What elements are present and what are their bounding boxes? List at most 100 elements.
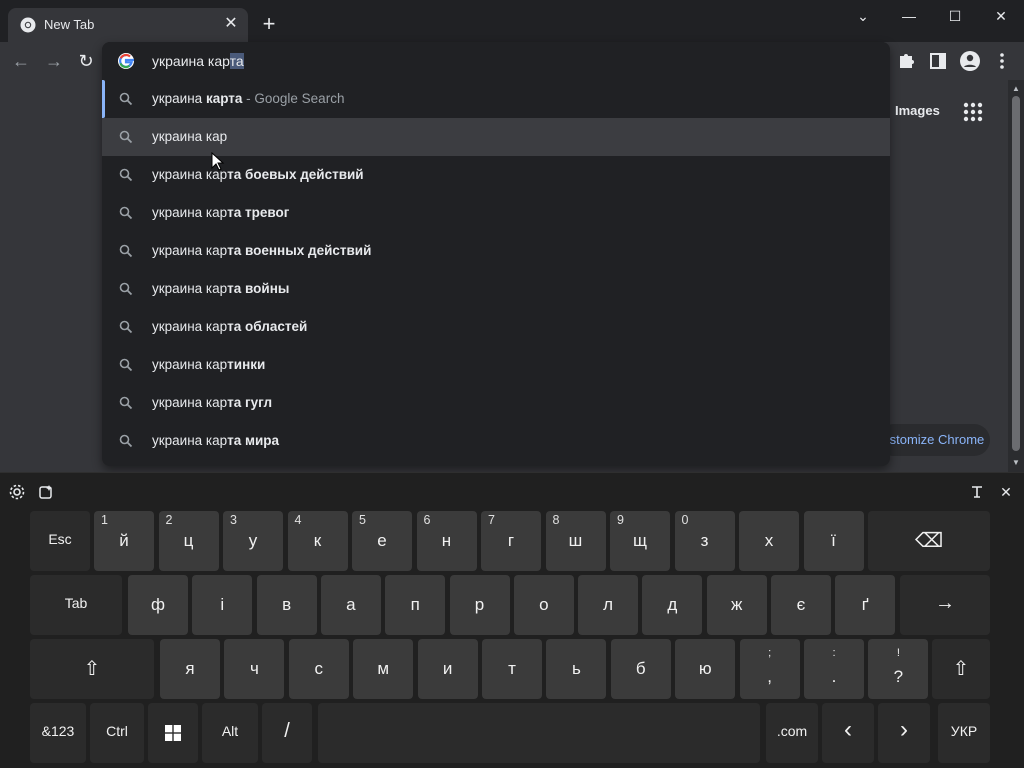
key-ctrl[interactable]: Ctrl (90, 703, 144, 763)
key-р[interactable]: р (449, 575, 510, 635)
key-com[interactable]: .com (766, 703, 818, 763)
key-д[interactable]: д (642, 575, 703, 635)
page-scrollbar[interactable]: ▲ ▼ (1008, 80, 1024, 472)
key-shift-label: ! (896, 647, 900, 659)
suggestion-text: украина карта военных действий (152, 243, 371, 258)
menu-kebab-icon[interactable] (990, 50, 1014, 72)
suggestion-item[interactable]: украина карта гугл (102, 384, 890, 422)
forward-button[interactable]: → (43, 50, 65, 72)
images-link[interactable]: Images (895, 103, 940, 118)
key-[interactable]: ‹ (822, 703, 874, 763)
key-я[interactable]: я (160, 639, 220, 699)
tab-search-button[interactable]: ⌄ (840, 4, 886, 28)
tab-close-button[interactable]: ✕ (222, 15, 240, 33)
key-т[interactable]: т (482, 639, 542, 699)
suggestion-item[interactable]: украина карта войны (102, 270, 890, 308)
key-і[interactable]: і (192, 575, 253, 635)
suggestion-item[interactable]: украина карта тревог (102, 194, 890, 232)
key-є[interactable]: є (771, 575, 831, 635)
key-г[interactable]: г7 (481, 511, 541, 571)
key-л[interactable]: л (578, 575, 639, 635)
key-label: ⌫ (914, 530, 944, 552)
suggestion-prefix: украина кар (152, 395, 228, 410)
key-label: ⇧ (952, 658, 970, 680)
space-key[interactable] (318, 703, 760, 763)
key-х[interactable]: х (739, 511, 799, 571)
key-number-hint: 9 (617, 513, 624, 527)
suggestion-text: украина карта войны (152, 281, 289, 296)
shift-right-key[interactable]: ⇧ (932, 639, 990, 699)
suggestion-item[interactable]: украина кар (102, 118, 890, 156)
key-punctuation[interactable]: :. (804, 639, 864, 699)
key-ю[interactable]: ю (675, 639, 736, 699)
key-ф[interactable]: ф (128, 575, 188, 635)
shift-left-key[interactable]: ⇧ (30, 639, 154, 699)
key-з[interactable]: з0 (674, 511, 735, 571)
key-ц[interactable]: ц2 (158, 511, 219, 571)
key-[interactable]: › (878, 703, 930, 763)
side-panel-icon[interactable] (926, 50, 950, 72)
key-в[interactable]: в (256, 575, 317, 635)
new-tab-button[interactable]: + (258, 13, 280, 36)
key-б[interactable]: б (610, 639, 671, 699)
key-label: .com (776, 723, 808, 739)
key-а[interactable]: а (320, 575, 381, 635)
key-ї[interactable]: ї (803, 511, 864, 571)
suggestion-item[interactable]: украина картинки (102, 346, 890, 384)
key-number-hint: 3 (230, 513, 237, 527)
key-щ[interactable]: щ9 (610, 511, 670, 571)
minimize-button[interactable]: — (886, 4, 932, 28)
key-к[interactable]: к4 (287, 511, 348, 571)
key-alt[interactable]: Alt (202, 703, 258, 763)
tab-new-tab[interactable]: New Tab ✕ (8, 8, 248, 42)
key-н[interactable]: н6 (416, 511, 477, 571)
customize-chrome-button[interactable]: ıstomize Chrome (878, 424, 990, 456)
suggestion-item[interactable]: украина карта - Google Search (102, 80, 890, 118)
keyboard-settings-icon[interactable] (8, 483, 26, 501)
scrollbar-thumb[interactable] (1012, 96, 1020, 451)
key-number-hint: 2 (165, 513, 173, 527)
suggestion-item[interactable]: украина карта военных действий (102, 232, 890, 270)
suggestion-text: украина карта гугл (152, 395, 272, 410)
emoji-panel-icon[interactable] (37, 483, 55, 501)
scroll-up-icon[interactable]: ▲ (1008, 82, 1024, 96)
key-123[interactable]: &123 (30, 703, 86, 763)
profile-avatar-icon[interactable] (958, 50, 982, 72)
key-укр[interactable]: УКР (938, 703, 990, 763)
windows-icon (165, 725, 181, 741)
key-tab[interactable]: Tab (30, 575, 122, 635)
key-ч[interactable]: ч (224, 639, 285, 699)
key-ж[interactable]: ж (706, 575, 767, 635)
suggestion-hint: - Google Search (242, 91, 344, 106)
key-о[interactable]: о (513, 575, 574, 635)
reload-button[interactable]: ↻ (75, 50, 97, 72)
key-esc[interactable]: Esc (30, 511, 90, 571)
back-button[interactable]: ← (10, 50, 32, 72)
suggestion-item[interactable]: украина карта мира (102, 422, 890, 460)
key-й[interactable]: й1 (94, 511, 154, 571)
key-punctuation[interactable]: ;, (739, 639, 800, 699)
key-и[interactable]: и (417, 639, 478, 699)
key-п[interactable]: п (385, 575, 446, 635)
scroll-down-icon[interactable]: ▼ (1008, 456, 1024, 470)
enter-key[interactable]: → (900, 575, 990, 635)
windows-key[interactable] (148, 703, 198, 763)
extensions-icon[interactable] (894, 50, 918, 72)
key-у[interactable]: у3 (223, 511, 283, 571)
key-ґ[interactable]: ґ (835, 575, 896, 635)
key-punctuation[interactable]: !? (868, 639, 929, 699)
keyboard-close-icon[interactable]: ✕ (997, 483, 1015, 501)
close-window-button[interactable]: ✕ (978, 4, 1024, 28)
key-м[interactable]: м (353, 639, 414, 699)
omnibox-input[interactable]: украина карта (102, 42, 890, 80)
keyboard-layout-icon[interactable] (968, 483, 986, 501)
key-е[interactable]: е5 (352, 511, 412, 571)
maximize-button[interactable]: ☐ (932, 4, 978, 28)
suggestion-item[interactable]: украина карта областей (102, 308, 890, 346)
key-с[interactable]: с (288, 639, 349, 699)
key-ш[interactable]: ш8 (545, 511, 606, 571)
google-apps-icon[interactable] (962, 101, 984, 123)
key-[interactable]: / (262, 703, 312, 763)
key-ь[interactable]: ь (546, 639, 607, 699)
backspace-key[interactable]: ⌫ (868, 511, 990, 571)
